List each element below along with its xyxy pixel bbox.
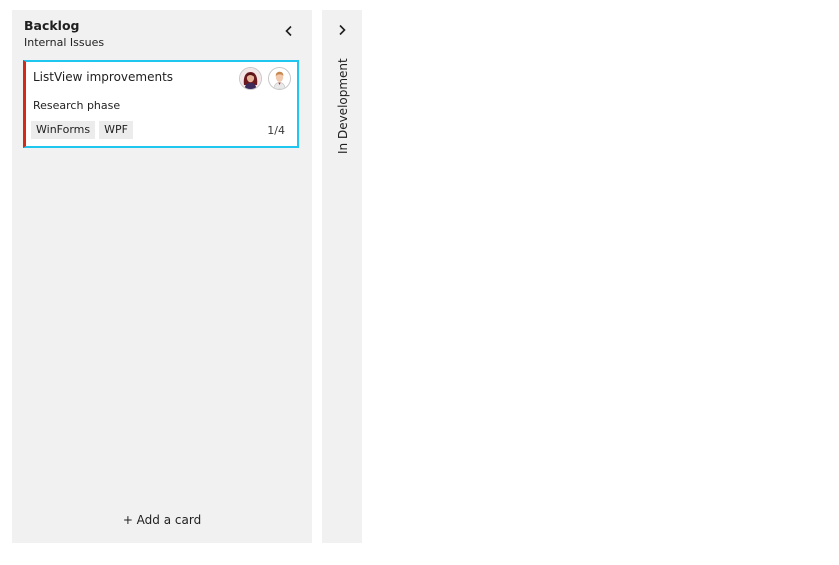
tag-winforms[interactable]: WinForms bbox=[31, 121, 96, 139]
card-progress: 1/4 bbox=[267, 124, 285, 137]
card-title: ListView improvements bbox=[33, 70, 174, 84]
avatar-man-icon[interactable] bbox=[268, 67, 291, 90]
avatar-woman-icon[interactable] bbox=[239, 67, 262, 90]
column-header: Backlog Internal Issues bbox=[24, 18, 104, 51]
column-in-development: In Development bbox=[322, 10, 362, 543]
card-description: Research phase bbox=[33, 99, 121, 112]
kanban-board: Backlog Internal Issues ListView improve… bbox=[0, 0, 839, 565]
expand-column-button[interactable] bbox=[333, 21, 351, 39]
column-backlog: Backlog Internal Issues ListView improve… bbox=[12, 10, 312, 543]
chevron-left-icon bbox=[285, 25, 292, 37]
tag-wpf[interactable]: WPF bbox=[99, 121, 133, 139]
add-card-button[interactable]: + Add a card bbox=[12, 513, 312, 527]
column-subtitle: Internal Issues bbox=[24, 36, 105, 49]
chevron-right-icon bbox=[339, 24, 346, 36]
collapse-column-button[interactable] bbox=[280, 22, 298, 40]
card-tags: WinForms WPF bbox=[31, 121, 133, 139]
card-assignees bbox=[239, 67, 291, 90]
collapsed-column-title-text: In Development bbox=[336, 58, 350, 154]
column-title: Backlog bbox=[24, 18, 80, 33]
collapsed-column-title: In Development bbox=[335, 56, 351, 166]
card-listview-improvements[interactable]: ListView improvements Research phase Win… bbox=[23, 60, 299, 148]
